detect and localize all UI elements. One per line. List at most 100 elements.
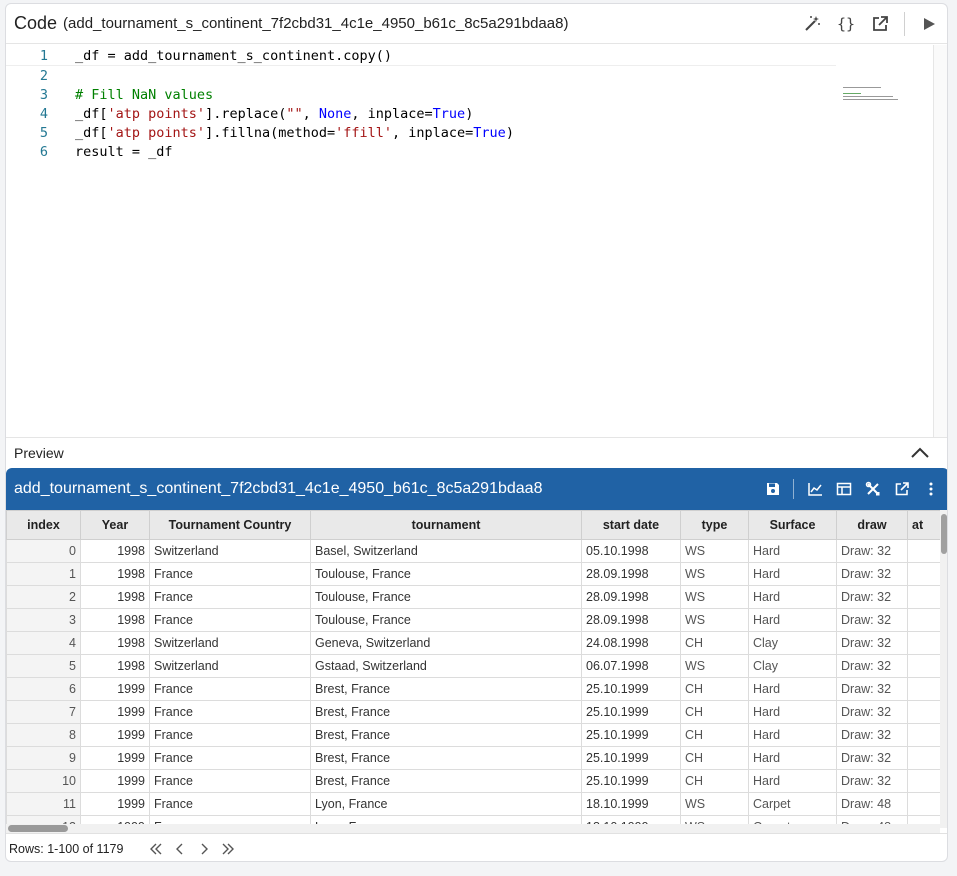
table-cell[interactable]: 5	[6, 654, 81, 678]
table-row[interactable]: 10 1999 France Brest, France 25.10.1999 CH Har…	[6, 769, 940, 793]
table-cell[interactable]: Draw: 32	[836, 677, 908, 701]
table-cell[interactable]: 1998	[80, 631, 150, 655]
table-cell[interactable]	[907, 769, 940, 793]
table-cell[interactable]: CH	[680, 723, 749, 747]
table-cell[interactable]	[907, 585, 940, 609]
external-link-icon[interactable]	[893, 481, 910, 498]
table-cell[interactable]: Hard	[748, 585, 837, 609]
table-cell[interactable]: Hard	[748, 677, 837, 701]
table-cell[interactable]: Brest, France	[310, 677, 582, 701]
table-cell[interactable]: Brest, France	[310, 746, 582, 770]
table-cell[interactable]: 1998	[80, 585, 150, 609]
table-cell[interactable]: CH	[680, 746, 749, 770]
table-row[interactable]: 9 1999 France Brest, France 25.10.1999 CH Hard…	[6, 746, 940, 770]
table-cell[interactable]: 0	[6, 539, 81, 563]
table-cell[interactable]	[907, 539, 940, 563]
table-cell[interactable]: Draw: 32	[836, 746, 908, 770]
table-cell[interactable]: 1999	[80, 723, 150, 747]
table-cell[interactable]: Hard	[748, 723, 837, 747]
table-row[interactable]: 8 1999 France Brest, France 25.10.1999 CH Hard…	[6, 723, 940, 747]
table-cell[interactable]	[907, 654, 940, 678]
table-cell[interactable]: 1999	[80, 700, 150, 724]
table-cell[interactable]: 8	[6, 723, 81, 747]
table-cell[interactable]: Toulouse, France	[310, 585, 582, 609]
table-cell[interactable]: Lyon, France	[310, 792, 582, 816]
table-cell[interactable]: 1999	[80, 677, 150, 701]
tools-icon[interactable]	[864, 481, 881, 498]
play-icon[interactable]	[919, 14, 939, 34]
table-cell[interactable]: 25.10.1999	[581, 746, 681, 770]
table-cell[interactable]	[907, 631, 940, 655]
column-header-year[interactable]: Year	[80, 510, 150, 540]
table-cell[interactable]: Geneva, Switzerland	[310, 631, 582, 655]
table-cell[interactable]: 1998	[80, 654, 150, 678]
grid-vertical-scrollbar[interactable]	[940, 510, 947, 828]
table-cell[interactable]: France	[149, 769, 311, 793]
table-cell[interactable]: 25.10.1999	[581, 677, 681, 701]
table-cell[interactable]: Basel, Switzerland	[310, 539, 582, 563]
table-cell[interactable]: Hard	[748, 562, 837, 586]
table-cell[interactable]: France	[149, 677, 311, 701]
table-cell[interactable]: Draw: 32	[836, 700, 908, 724]
table-cell[interactable]: France	[149, 792, 311, 816]
table-row[interactable]: 11 1999 France Lyon, France 18.10.1999 WS Carp…	[6, 792, 940, 816]
column-header-type[interactable]: type	[680, 510, 749, 540]
table-cell[interactable]: France	[149, 746, 311, 770]
table-row[interactable]: 6 1999 France Brest, France 25.10.1999 CH Hard…	[6, 677, 940, 701]
editor-scrollbar[interactable]	[933, 45, 947, 437]
table-cell[interactable]: France	[149, 562, 311, 586]
table-cell[interactable]: Carpet	[748, 792, 837, 816]
table-cell[interactable]: WS	[680, 585, 749, 609]
column-header-draw[interactable]: draw	[836, 510, 908, 540]
table-cell[interactable]: France	[149, 585, 311, 609]
table-cell[interactable]: Brest, France	[310, 769, 582, 793]
table-cell[interactable]: Draw: 32	[836, 769, 908, 793]
table-cell[interactable]: Draw: 32	[836, 539, 908, 563]
table-cell[interactable]: 7	[6, 700, 81, 724]
table-cell[interactable]: Hard	[748, 608, 837, 632]
table-cell[interactable]: 2	[6, 585, 81, 609]
table-cell[interactable]: CH	[680, 631, 749, 655]
column-header-start-date[interactable]: start date	[581, 510, 681, 540]
column-header-tournament[interactable]: tournament	[310, 510, 582, 540]
table-row[interactable]: 4 1998 Switzerland Geneva, Switzerland 24.08…	[6, 631, 940, 655]
table-icon[interactable]	[835, 481, 852, 498]
table-cell[interactable]	[907, 608, 940, 632]
table-cell[interactable]: 11	[6, 792, 81, 816]
table-cell[interactable]: 18.10.1999	[581, 792, 681, 816]
table-cell[interactable]: Clay	[748, 631, 837, 655]
table-cell[interactable]: 1	[6, 562, 81, 586]
table-cell[interactable]: France	[149, 700, 311, 724]
code-minimap[interactable]	[843, 87, 903, 101]
table-cell[interactable]	[907, 723, 940, 747]
table-cell[interactable]: 1999	[80, 769, 150, 793]
table-row[interactable]: 5 1998 Switzerland Gstaad, Switzerland 06.07…	[6, 654, 940, 678]
column-header-atp-points[interactable]: at	[907, 510, 940, 540]
table-cell[interactable]: 25.10.1999	[581, 769, 681, 793]
previous-page-icon[interactable]	[173, 842, 187, 856]
table-cell[interactable]: France	[149, 608, 311, 632]
table-cell[interactable]: Toulouse, France	[310, 608, 582, 632]
table-cell[interactable]: Switzerland	[149, 631, 311, 655]
table-cell[interactable]: Clay	[748, 654, 837, 678]
table-cell[interactable]: Gstaad, Switzerland	[310, 654, 582, 678]
table-cell[interactable]: Hard	[748, 539, 837, 563]
table-cell[interactable]: 05.10.1998	[581, 539, 681, 563]
table-cell[interactable]: France	[149, 723, 311, 747]
table-cell[interactable]: CH	[680, 677, 749, 701]
table-cell[interactable]: 6	[6, 677, 81, 701]
table-row[interactable]: 0 1998 Switzerland Basel, Switzerland 05.10.…	[6, 539, 940, 563]
table-cell[interactable]	[907, 677, 940, 701]
table-cell[interactable]: CH	[680, 700, 749, 724]
table-cell[interactable]: 28.09.1998	[581, 562, 681, 586]
table-cell[interactable]: 9	[6, 746, 81, 770]
table-cell[interactable]: Draw: 32	[836, 723, 908, 747]
table-cell[interactable]: WS	[680, 608, 749, 632]
table-cell[interactable]: Brest, France	[310, 723, 582, 747]
column-header-surface[interactable]: Surface	[748, 510, 837, 540]
table-cell[interactable]: 10	[6, 769, 81, 793]
scroll-thumb[interactable]	[8, 825, 68, 832]
table-cell[interactable]	[907, 562, 940, 586]
table-cell[interactable]	[907, 792, 940, 816]
table-cell[interactable]: 1999	[80, 792, 150, 816]
